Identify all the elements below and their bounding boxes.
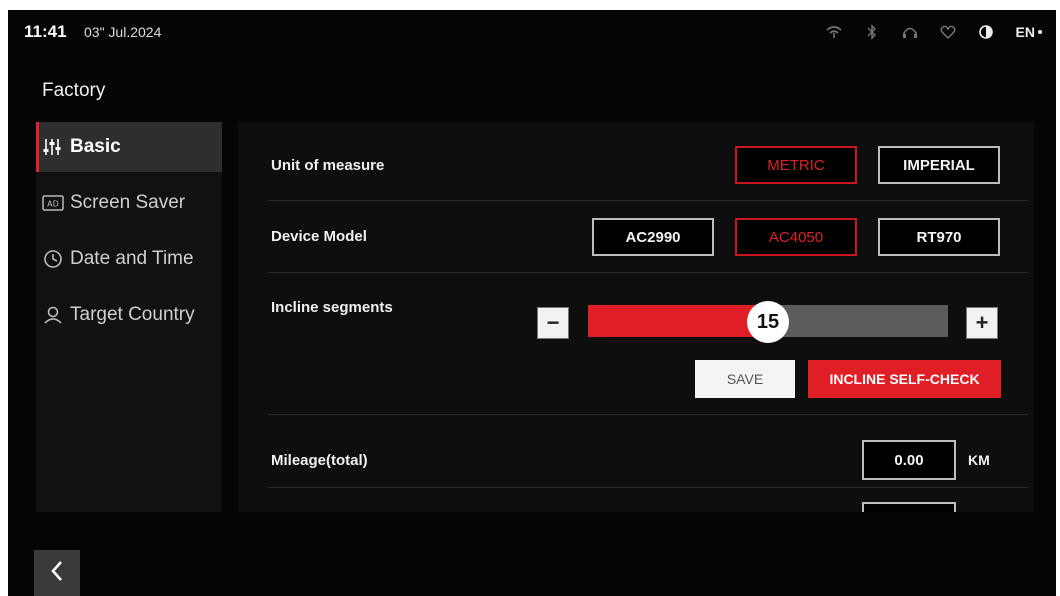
next-row-value-field[interactable] <box>862 502 956 512</box>
slider-fill <box>588 305 768 337</box>
device-model-label: Device Model <box>271 228 367 245</box>
slider-knob[interactable]: 15 <box>747 301 789 343</box>
sidebar: Basic AD Screen Saver Date and Time Targ… <box>36 122 222 512</box>
status-time: 11:41 <box>24 22 67 41</box>
imperial-button[interactable]: IMPERIAL <box>878 146 1000 184</box>
language-selector[interactable]: EN <box>1016 24 1042 40</box>
status-date: 03" Jul.2024 <box>84 24 162 40</box>
sidebar-item-label: Target Country <box>70 304 195 325</box>
metric-button[interactable]: METRIC <box>735 146 857 184</box>
sidebar-item-label: Basic <box>70 136 121 157</box>
mileage-value-field[interactable]: 0.00 <box>862 440 956 480</box>
decrease-button[interactable]: − <box>537 307 569 339</box>
incline-self-check-button[interactable]: INCLINE SELF-CHECK <box>808 360 1001 398</box>
ad-screen-icon: AD <box>42 192 64 214</box>
chevron-left-icon <box>50 560 64 587</box>
location-pin-icon <box>42 304 64 326</box>
model-rt970-button[interactable]: RT970 <box>878 218 1000 256</box>
mileage-unit: KM <box>968 452 990 468</box>
divider <box>268 200 1028 201</box>
dropdown-dot-icon <box>1038 30 1042 34</box>
back-button[interactable] <box>34 550 80 596</box>
clock-icon <box>42 248 64 270</box>
model-ac2990-button[interactable]: AC2990 <box>592 218 714 256</box>
divider <box>268 487 1028 488</box>
headphones-icon <box>902 24 918 40</box>
heart-icon <box>940 24 956 40</box>
svg-text:AD: AD <box>47 200 59 209</box>
brightness-icon[interactable] <box>978 24 994 40</box>
page-title: Factory <box>42 80 106 101</box>
incline-slider[interactable]: 15 <box>588 301 948 343</box>
sidebar-item-basic[interactable]: Basic <box>36 122 222 172</box>
save-button[interactable]: SAVE <box>695 360 795 398</box>
increase-button[interactable]: + <box>966 307 998 339</box>
wifi-icon <box>826 24 842 40</box>
device-screen: 11:41 03" Jul.2024 EN Factory Basic AD S… <box>8 10 1056 596</box>
model-ac4050-button[interactable]: AC4050 <box>735 218 857 256</box>
mileage-label: Mileage(total) <box>271 452 368 469</box>
sidebar-item-date-and-time[interactable]: Date and Time <box>36 234 222 284</box>
divider <box>268 272 1028 273</box>
sliders-icon <box>42 136 64 158</box>
sidebar-item-target-country[interactable]: Target Country <box>36 290 222 340</box>
unit-of-measure-label: Unit of measure <box>271 157 385 174</box>
status-icons: EN <box>826 22 1042 42</box>
incline-segments-label: Incline segments <box>271 299 393 316</box>
language-label: EN <box>1015 24 1035 40</box>
divider <box>268 414 1028 415</box>
sidebar-item-screen-saver[interactable]: AD Screen Saver <box>36 178 222 228</box>
settings-panel: Unit of measure METRIC IMPERIAL Device M… <box>238 122 1034 512</box>
sidebar-item-label: Screen Saver <box>70 192 186 213</box>
sidebar-item-label: Date and Time <box>70 248 194 269</box>
bluetooth-icon <box>864 24 880 40</box>
